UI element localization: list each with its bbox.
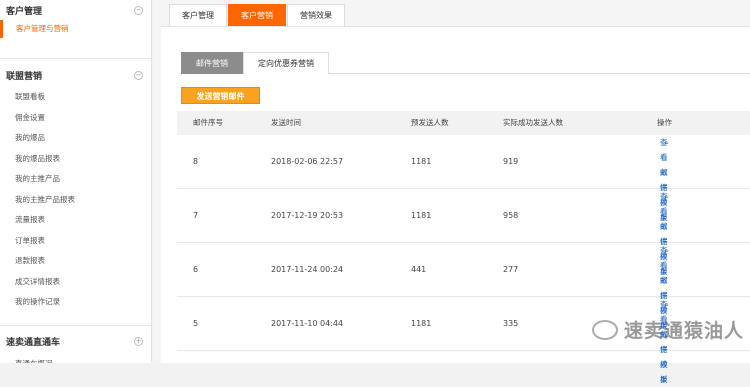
cell-time: 2018-02-06 22:57 [271, 157, 344, 166]
column-header-actions: 操作 [657, 118, 672, 127]
sidebar-item[interactable]: 联盟看板 [0, 87, 151, 108]
sidebar-item[interactable]: 直通车概况 [0, 354, 151, 364]
sidebar-header-label: 速卖通直通车 [6, 338, 61, 348]
content-panel: 邮件营销 定向优惠券营销 发送营销邮件 邮件序号 发送时间 预发送人数 实际成功… [161, 26, 750, 384]
sidebar-item[interactable]: 我的主推产品报表 [0, 190, 151, 211]
tab-customer-management[interactable]: 客户管理 [169, 4, 227, 26]
cell-id: 8 [193, 157, 199, 166]
sidebar-item-customer-marketing[interactable]: 客户管理与营销 [0, 20, 151, 38]
cell-id: 6 [193, 265, 199, 274]
sidebar-item[interactable]: 我的爆品 [0, 128, 151, 149]
top-tabs: 客户管理 客户营销 营销效果 [169, 4, 346, 26]
tab-marketing-effect[interactable]: 营销效果 [287, 4, 345, 26]
column-header-id: 邮件序号 [193, 118, 223, 127]
sidebar-item[interactable]: 成交详情报表 [0, 272, 151, 293]
sidebar-item[interactable]: 流量报表 [0, 210, 151, 231]
table-row: 8 2018-02-06 22:57 1181 919 查看邮件模板 查看数据效… [177, 135, 750, 222]
cell-planned: 1181 [411, 211, 432, 220]
sidebar-header-customer-management[interactable]: 客户管理 − [0, 0, 151, 20]
watermark-text: 速卖通猿油人 [623, 320, 744, 342]
sidebar-item[interactable]: 订单报表 [0, 231, 151, 252]
cell-planned: 1181 [411, 157, 432, 166]
sidebar-item[interactable]: 我的爆品报表 [0, 149, 151, 170]
sidebar-item[interactable]: 退款报表 [0, 251, 151, 272]
chevron-down-icon[interactable]: ⌄ [664, 135, 670, 150]
tab-customer-marketing[interactable]: 客户营销 [228, 4, 286, 26]
tab-email-marketing[interactable]: 邮件营销 [181, 52, 243, 74]
cell-time: 2017-12-19 20:53 [271, 211, 344, 220]
cell-id: 5 [193, 319, 199, 328]
column-header-time: 发送时间 [271, 118, 301, 127]
collapse-icon[interactable]: − [134, 70, 143, 80]
main-area: 客户管理 客户营销 营销效果 邮件营销 定向优惠券营销 发送营销邮件 邮件序号 … [153, 0, 750, 384]
cell-time: 2017-11-24 00:24 [271, 265, 344, 274]
sidebar-section-direct-train: 速卖通直通车 + 直通车概况 [0, 324, 151, 364]
sub-tabs: 邮件营销 定向优惠券营销 [181, 52, 750, 74]
cell-sent: 919 [503, 157, 519, 166]
tab-coupon-marketing[interactable]: 定向优惠券营销 [243, 52, 329, 74]
cell-id: 7 [193, 211, 199, 220]
send-marketing-email-button[interactable]: 发送营销邮件 [181, 87, 260, 104]
cell-sent: 335 [503, 319, 519, 328]
collapse-icon[interactable]: − [134, 5, 143, 15]
wechat-icon [591, 319, 618, 340]
cell-sent: 958 [503, 211, 519, 220]
cell-planned: 1181 [411, 319, 432, 328]
sidebar-section-affiliate: 联盟营销 − 联盟看板 佣金设置 我的爆品 我的爆品报表 我的主推产品 我的主推… [0, 58, 151, 313]
cell-planned: 441 [411, 265, 427, 274]
watermark: 速卖通猿油人 [591, 316, 744, 343]
column-header-planned: 预发送人数 [411, 118, 449, 127]
sidebar-header-label: 联盟营销 [6, 71, 43, 82]
sidebar-item[interactable]: 我的操作记录 [0, 292, 151, 313]
table-header: 邮件序号 发送时间 预发送人数 实际成功发送人数 操作 [177, 111, 750, 135]
column-header-sent: 实际成功发送人数 [503, 118, 563, 127]
sidebar-section-customer: 客户管理 − 客户管理与营销 [0, 0, 151, 38]
sidebar: 客户管理 − 客户管理与营销 联盟营销 − 联盟看板 佣金设置 我的爆品 我的爆… [0, 0, 152, 363]
chevron-down-icon[interactable]: ⌄ [664, 189, 670, 204]
sidebar-header-affiliate-marketing[interactable]: 联盟营销 − [0, 63, 151, 87]
cell-sent: 277 [503, 265, 519, 274]
sidebar-header-label: 客户管理 [6, 6, 43, 17]
chevron-down-icon[interactable]: ⌄ [664, 243, 670, 258]
cell-time: 2017-11-10 04:44 [271, 319, 344, 328]
sidebar-item[interactable]: 我的主推产品 [0, 169, 151, 190]
table-row: 6 2017-11-24 00:24 441 277 查看邮件模板 查看数据效果… [177, 243, 750, 330]
chevron-down-icon[interactable]: ⌄ [664, 297, 670, 312]
sidebar-item[interactable]: 佣金设置 [0, 108, 151, 129]
table-row: 7 2017-12-19 20:53 1181 958 查看邮件模板 查看数据效… [177, 189, 750, 276]
expand-icon[interactable]: + [134, 337, 143, 346]
sidebar-header-direct-train[interactable]: 速卖通直通车 + [0, 330, 151, 354]
